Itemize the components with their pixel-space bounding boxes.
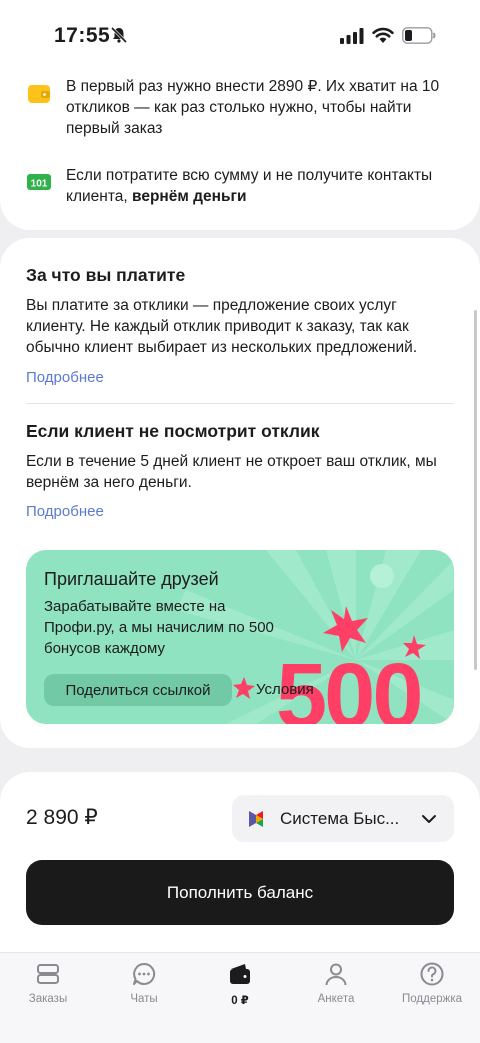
svg-text:101: 101 [31, 179, 48, 190]
info-item-refund: 101 Если потратите всю сумму и не получи… [26, 165, 446, 207]
payment-amount: 2 890 ₽ [26, 806, 98, 829]
info-deposit-text: В первый раз нужно внести 2890 ₽. Их хва… [66, 78, 440, 137]
info-card: В первый раз нужно внести 2890 ₽. Их хва… [0, 70, 480, 230]
status-time: 17:55 [54, 24, 111, 47]
section-text-payment: Вы платите за отклики — предложение свои… [26, 297, 418, 356]
tab-support-label: Поддержка [402, 993, 462, 1005]
wallet-icon [230, 964, 250, 984]
tab-wallet-label: 0 ₽ [231, 995, 249, 1007]
promo-title: Приглашайте друзей [44, 569, 219, 589]
more-link-payment[interactable]: Подробнее [26, 369, 104, 386]
sbp-logo-icon [249, 810, 263, 827]
wallet-icon [28, 85, 50, 103]
profile-icon [325, 963, 347, 986]
star-tiny [233, 677, 255, 699]
topup-balance-button[interactable]: Пополнить баланс [26, 860, 454, 925]
tab-wallet[interactable]: 0 ₽ [192, 961, 288, 1021]
wifi-icon [372, 27, 394, 43]
tab-profile-label: Анкета [317, 993, 355, 1005]
tab-orders-label: Заказы [28, 993, 68, 1005]
refund-bold-text: вернём деньги [132, 188, 247, 205]
chevron-down-icon [422, 814, 436, 823]
tab-profile[interactable]: Анкета [288, 961, 384, 1021]
payment-panel: 2 890 ₽ Система Быс... Пополнить баланс [0, 772, 480, 952]
money-icon: 101 [27, 174, 51, 190]
payment-method-label: Система Быс... [280, 808, 400, 828]
tab-chats-label: Чаты [130, 993, 158, 1005]
status-bar: 17:55 [0, 0, 480, 70]
tab-support[interactable]: Поддержка [384, 961, 480, 1021]
payment-method-select[interactable]: Система Быс... [232, 795, 454, 842]
promo-text: Зарабатывайте вместе на Профи.ру, а мы н… [44, 598, 274, 657]
orders-icon [37, 964, 59, 984]
chat-icon [133, 962, 156, 985]
tab-bar: Заказы Чаты 0 ₽ Анкета Поддержка [0, 952, 480, 1043]
divider [26, 403, 454, 404]
promo-banner[interactable]: 500 Приглашайте друзей Зарабатывайте вме… [26, 550, 454, 724]
scrollbar[interactable] [474, 310, 477, 670]
tab-orders[interactable]: Заказы [0, 961, 96, 1021]
battery-icon [402, 27, 436, 44]
details-card: За что вы платите Вы платите за отклики … [0, 238, 480, 748]
help-icon [420, 962, 444, 986]
info-item-deposit: В первый раз нужно внести 2890 ₽. Их хва… [26, 76, 446, 139]
bell-muted-icon [110, 26, 128, 44]
section-title-payment: За что вы платите [26, 265, 186, 285]
section-text-refund: Если в течение 5 дней клиент не откроет … [26, 453, 437, 491]
signal-icon [340, 28, 364, 44]
info-refund-text: Если потратите всю сумму и не получите к… [66, 167, 433, 205]
share-link-button[interactable]: Поделиться ссылкой [44, 674, 232, 706]
conditions-link[interactable]: Условия [256, 681, 314, 698]
more-link-refund[interactable]: Подробнее [26, 503, 104, 520]
section-title-refund: Если клиент не посмотрит отклик [26, 421, 320, 441]
tab-chats[interactable]: Чаты [96, 961, 192, 1021]
